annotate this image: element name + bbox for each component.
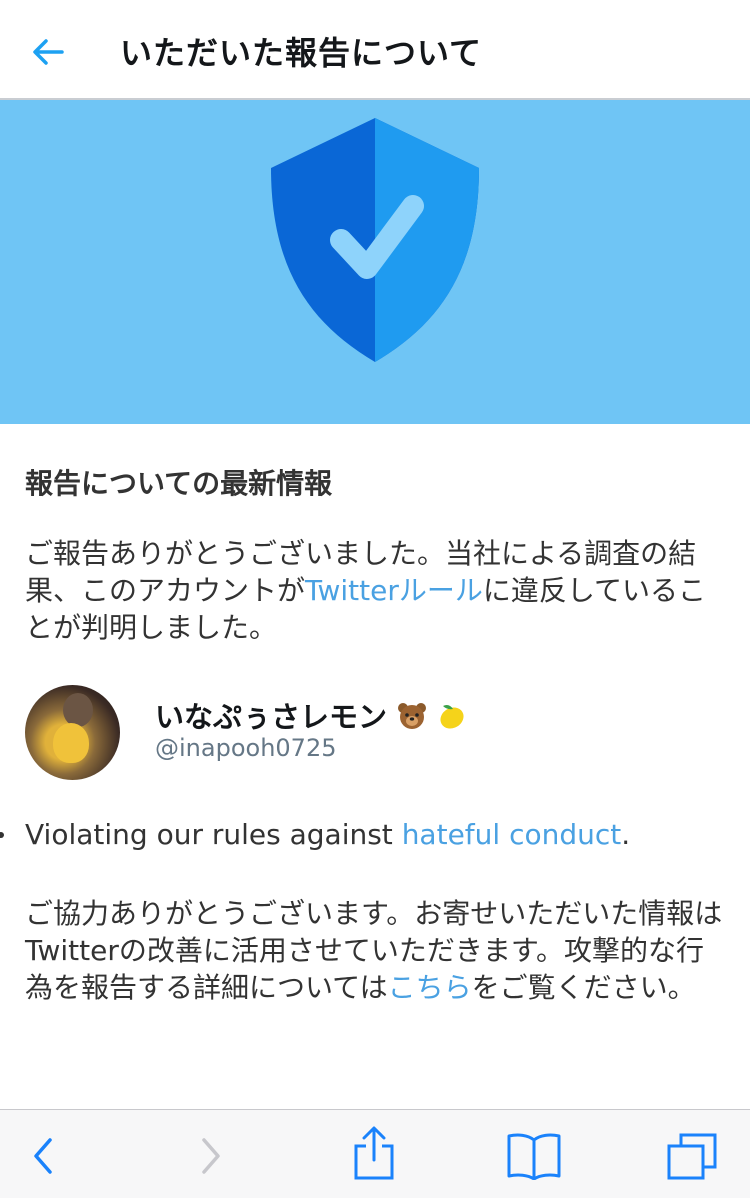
- avatar[interactable]: [25, 685, 120, 780]
- bullet-dot: [0, 832, 4, 838]
- shield-check-icon: [271, 118, 479, 362]
- report-result-text: ご報告ありがとうございました。当社による調査の結果、このアカウントがTwitte…: [25, 535, 725, 646]
- bookmarks-icon[interactable]: [506, 1132, 562, 1180]
- browser-forward-icon[interactable]: [196, 1132, 226, 1180]
- violation-text: Violating our rules against hateful cond…: [25, 818, 630, 851]
- browser-back-icon[interactable]: [28, 1132, 58, 1180]
- nav-header: いただいた報告について: [0, 0, 750, 100]
- details-link[interactable]: こちら: [388, 971, 472, 1004]
- section-title: 報告についての最新情報: [25, 467, 333, 500]
- thanks-text: ご協力ありがとうございます。お寄せいただいた情報はTwitterの改善に活用させ…: [25, 895, 725, 1006]
- account-handle: @inapooh0725: [155, 734, 337, 762]
- bear-emoji-icon: [398, 703, 427, 729]
- lemon-emoji-icon: [440, 705, 464, 729]
- hateful-conduct-link[interactable]: hateful conduct: [402, 818, 622, 851]
- twitter-rules-link[interactable]: Twitterルール: [305, 574, 483, 607]
- hero-banner: [0, 100, 750, 424]
- browser-toolbar: [0, 1109, 750, 1198]
- page-title: いただいた報告について: [120, 34, 483, 72]
- share-icon[interactable]: [352, 1126, 396, 1180]
- account-display-name: いなぷぅさレモン: [155, 694, 467, 736]
- back-arrow-icon[interactable]: [30, 34, 66, 70]
- thanks-text-after: をご覧ください。: [471, 971, 696, 1004]
- violation-text-end: .: [621, 818, 631, 851]
- display-name-text: いなぷぅさレモン: [155, 700, 388, 734]
- violation-text-before: Violating our rules against: [25, 818, 402, 851]
- tabs-icon[interactable]: [666, 1132, 718, 1180]
